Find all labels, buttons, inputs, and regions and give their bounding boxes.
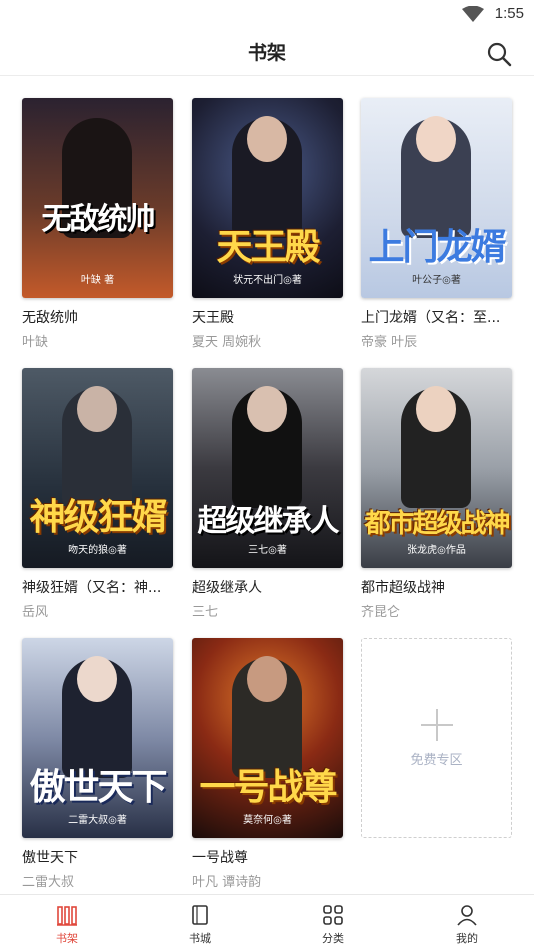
grid-icon <box>323 905 343 925</box>
book-cover[interactable]: 傲世天下 二雷大叔◎著 <box>22 638 173 838</box>
bookshelf-icon <box>57 906 77 926</box>
book-item[interactable]: 天王殿 状元不出门◎著 天王殿 夏天 周婉秋 <box>192 98 343 350</box>
book-cover[interactable]: 一号战尊 莫奈何◎著 <box>192 638 343 838</box>
tab-bookstore[interactable]: 书城 <box>133 895 267 949</box>
tab-label: 分类 <box>322 932 344 945</box>
tab-categories[interactable]: 分类 <box>266 895 400 949</box>
book-icon <box>192 905 208 925</box>
plus-icon <box>421 709 453 741</box>
book-cover[interactable]: 无敌统帅 叶缺 著 <box>22 98 173 298</box>
app-header: 书架 <box>0 28 534 76</box>
page-title: 书架 <box>247 42 286 64</box>
book-title: 神级狂婿（又名：神... <box>22 580 162 596</box>
book-author: 岳风 <box>22 605 49 620</box>
user-icon <box>457 905 477 926</box>
tab-label: 书架 <box>56 932 78 945</box>
book-title: 傲世天下 <box>22 850 78 866</box>
book-item[interactable]: 一号战尊 莫奈何◎著 一号战尊 叶凡 谭诗韵 <box>192 638 343 890</box>
tab-label: 书城 <box>189 932 211 945</box>
bottom-tab-bar: 书架 书城 分类 我的 <box>0 894 534 949</box>
book-item[interactable]: 上门龙婿 叶公子◎著 上门龙婿（又名：至... 帝豪 叶辰 <box>361 98 512 350</box>
book-cover[interactable]: 神级狂婿 吻天的狼◎著 <box>22 368 173 568</box>
book-author: 夏天 周婉秋 <box>192 335 262 350</box>
book-cover[interactable]: 都市超级战神 张龙虎◎作品 <box>361 368 512 568</box>
book-title: 上门龙婿（又名：至... <box>361 310 501 326</box>
book-item[interactable]: 傲世天下 二雷大叔◎著 傲世天下 二雷大叔 <box>22 638 173 890</box>
book-title: 天王殿 <box>192 310 234 326</box>
tab-label: 我的 <box>456 932 478 945</box>
book-item[interactable]: 都市超级战神 张龙虎◎作品 都市超级战神 齐昆仑 <box>361 368 512 620</box>
book-title: 超级继承人 <box>192 580 262 596</box>
tab-bookshelf[interactable]: 书架 <box>0 895 134 949</box>
book-title: 无敌统帅 <box>22 310 78 326</box>
status-bar: 1:55 <box>0 0 534 28</box>
book-author: 三七 <box>192 605 219 620</box>
tab-profile[interactable]: 我的 <box>400 895 534 949</box>
book-item[interactable]: 无敌统帅 叶缺 著 无敌统帅 叶缺 <box>22 98 173 350</box>
book-author: 齐昆仑 <box>361 605 401 620</box>
book-cover[interactable]: 超级继承人 三七◎著 <box>192 368 343 568</box>
status-time: 1:55 <box>494 5 524 22</box>
wifi-icon <box>462 6 484 22</box>
free-zone-label: 免费专区 <box>410 753 463 768</box>
book-author: 叶缺 <box>22 335 49 350</box>
book-cover[interactable]: 上门龙婿 叶公子◎著 <box>361 98 512 298</box>
book-item[interactable]: 超级继承人 三七◎著 超级继承人 三七 <box>192 368 343 620</box>
book-author: 帝豪 叶辰 <box>361 335 418 350</box>
free-zone-button[interactable]: 免费专区 <box>361 638 512 838</box>
book-author: 二雷大叔 <box>22 875 75 890</box>
book-cover[interactable]: 天王殿 状元不出门◎著 <box>192 98 343 298</box>
book-title: 都市超级战神 <box>361 580 445 596</box>
book-title: 一号战尊 <box>192 850 248 866</box>
book-item[interactable]: 神级狂婿 吻天的狼◎著 神级狂婿（又名：神... 岳风 <box>22 368 173 620</box>
book-author: 叶凡 谭诗韵 <box>192 875 262 890</box>
search-icon[interactable] <box>486 41 512 67</box>
